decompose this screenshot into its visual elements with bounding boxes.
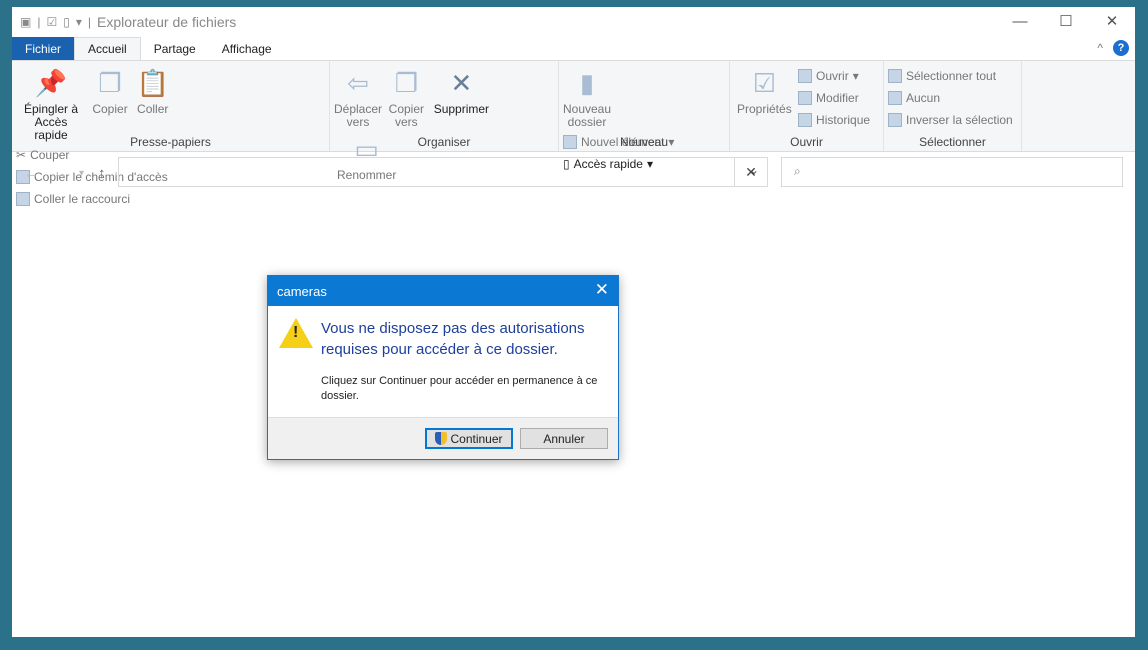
folder-icon: ▮ [579,67,595,98]
copy-to-icon: ❐ [394,67,418,98]
tab-partage[interactable]: Partage [141,37,209,60]
minimize-button[interactable]: — [997,7,1043,35]
ribbon-tabs: Fichier Accueil Partage Affichage [12,37,1135,60]
shortcut-icon [16,192,30,206]
dialog-close-icon[interactable]: ✕ [595,280,609,300]
delete-x-icon: ✕ [450,67,473,98]
group-ouvrir: ☑ Propriétés Ouvrir ▾ Modifier Historique … [730,61,884,151]
address-bar[interactable]: ⌄ [118,157,768,187]
dialog-detail: Cliquez sur Continuer pour accéder en pe… [321,375,598,402]
edit-icon [798,91,813,105]
search-input[interactable]: ⌕ [781,157,1123,187]
tab-accueil[interactable]: Accueil [74,37,141,60]
customize-qat-icon[interactable]: ▾ [76,15,82,29]
separator: | [87,15,91,29]
maximize-button[interactable]: ☐ [1043,7,1089,35]
forward-arrow-icon[interactable]: → [53,165,68,182]
edit-button[interactable]: Modifier [798,87,870,109]
group-label: Sélectionner [919,135,986,149]
separator: | [37,15,41,29]
group-presse-papiers: 📌 Épingler à Accès rapide ❐ Copier 📋 Coller… [12,61,330,206]
group-label: Ouvrir [790,135,823,149]
tab-fichier[interactable]: Fichier [12,37,75,60]
dialog-footer: Continuer Annuler [268,417,618,459]
group-selectionner: Sélectionner tout Aucun Inverser la séle… [884,61,1022,151]
select-none-button[interactable]: Aucun [888,87,1013,109]
title-bar: ▣ | ☑ ▯ ▾ | Explorateur de fichiers — ☐ ✕ [12,7,1135,37]
cancel-button[interactable]: Annuler [520,428,608,449]
history-icon [798,113,813,127]
move-to-button[interactable]: ⇦ Déplacer vers [334,65,382,131]
properties-qat-icon[interactable]: ☑ [46,15,57,29]
tab-affichage[interactable]: Affichage [209,37,285,60]
pin-icon: 📌 [34,67,68,98]
recent-locations-icon[interactable]: ▾ [79,168,84,179]
help-icon[interactable]: ? [1113,40,1129,56]
invert-selection-icon [888,113,902,127]
collapse-ribbon-icon[interactable]: ^ [1097,41,1103,55]
continue-button[interactable]: Continuer [425,428,513,449]
search-icon: ⌕ [794,164,801,178]
pin-quick-access-button[interactable]: 📌 Épingler à Accès rapide [16,65,86,144]
open-button[interactable]: Ouvrir ▾ [798,65,870,87]
history-button[interactable]: Historique [798,109,870,131]
copy-to-button[interactable]: ❐ Copier vers [385,65,427,131]
window-title: Explorateur de fichiers [97,14,237,30]
group-label: Nouveau [619,135,669,149]
navigation-bar: ← → ▾ ↑ ⌄ ✕ ⌕ [12,157,1135,193]
close-button[interactable]: ✕ [1089,7,1135,35]
back-arrow-icon[interactable]: ← [24,165,39,182]
new-folder-qat-icon[interactable]: ▯ [63,15,70,29]
uac-shield-icon [435,432,448,445]
select-none-icon [888,91,902,105]
dialog-title-bar: cameras ✕ [268,276,618,306]
paste-button[interactable]: 📋 Coller [134,65,171,118]
copy-icon: ❐ [98,67,122,98]
new-folder-button[interactable]: ▮ Nouveau dossier [563,65,611,131]
group-organiser: ⇦ Déplacer vers ❐ Copier vers ✕ Supprimer ▭… [330,61,559,182]
open-icon [798,69,813,83]
move-icon: ⇦ [347,67,369,98]
select-all-button[interactable]: Sélectionner tout [888,65,1013,87]
dialog-title: cameras [277,284,327,299]
delete-button[interactable]: ✕ Supprimer [431,65,492,118]
clipboard-icon: 📋 [136,67,169,98]
group-label: Presse-papiers [130,135,211,149]
group-label: Organiser [417,135,471,149]
select-all-icon [888,69,902,83]
dialog-message: Vous ne disposez pas des autorisations r… [321,320,585,358]
group-nouveau: ▮ Nouveau dossier Nouvel élément ▾ ▯ Accès … [559,61,730,171]
copy-button[interactable]: ❐ Copier [89,65,130,118]
ribbon: 📌 Épingler à Accès rapide ❐ Copier 📋 Coller… [12,60,1135,206]
app-icon: ▣ [20,15,32,29]
properties-button[interactable]: ☑ Propriétés [734,65,795,118]
invert-selection-button[interactable]: Inverser la sélection [888,109,1013,131]
warning-icon: ! [279,318,313,348]
clear-address-button[interactable]: ✕ [734,157,768,187]
permission-dialog: cameras ✕ ! Vous ne disposez pas des auto… [267,275,619,460]
quick-access-toolbar: ▣ | ☑ ▯ ▾ | [12,15,91,29]
up-arrow-icon[interactable]: ↑ [98,165,106,182]
properties-check-icon: ☑ [752,67,776,98]
